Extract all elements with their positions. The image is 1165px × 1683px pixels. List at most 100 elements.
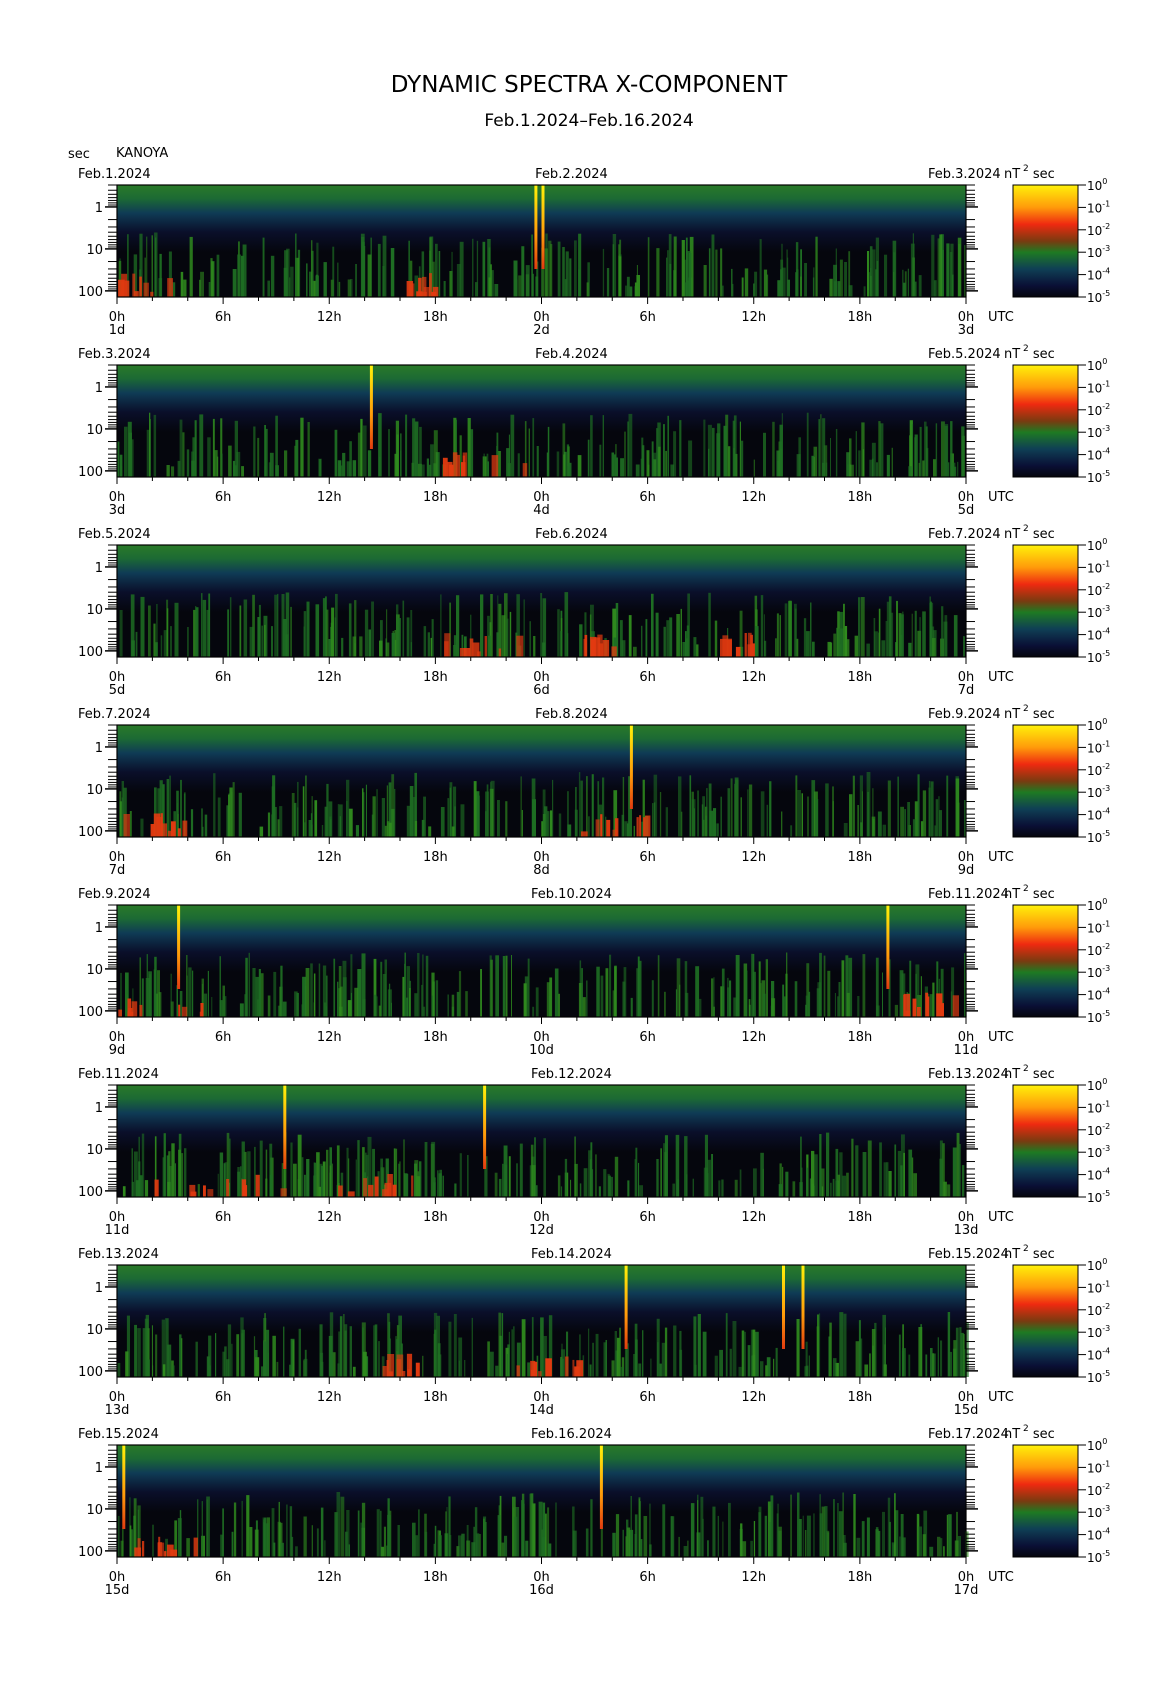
- noise-burst: [948, 462, 950, 477]
- day-label: 15d: [954, 1403, 979, 1418]
- x-tick-label: 12h: [741, 310, 766, 325]
- x-tick-label: 18h: [423, 310, 448, 325]
- noise-burst: [883, 1364, 887, 1377]
- noise-burst: [246, 1495, 250, 1557]
- day-label: 8d: [533, 863, 550, 878]
- noise-burst: [680, 608, 682, 657]
- noise-burst: [564, 1158, 568, 1197]
- noise-burst: [428, 826, 432, 837]
- noise-burst: [638, 1363, 642, 1377]
- noise-burst: [529, 621, 531, 657]
- y-tick-label: 1: [95, 1101, 103, 1116]
- noise-burst: [295, 1546, 298, 1557]
- x-tick-label: 6h: [639, 1030, 656, 1045]
- panel-mid-date: Feb.16.2024: [531, 1427, 612, 1442]
- colorbar-tick-label: 10-5: [1087, 829, 1110, 845]
- noise-burst: [580, 780, 583, 837]
- noise-burst: [414, 421, 419, 477]
- noise-burst: [279, 806, 283, 837]
- noise-burst: [677, 1179, 679, 1197]
- noise-burst: [952, 1147, 957, 1197]
- noise-burst: [338, 460, 342, 477]
- noise-burst: [396, 604, 399, 657]
- noise-burst: [303, 1358, 308, 1377]
- noise-burst: [839, 628, 844, 657]
- noise-burst: [338, 281, 341, 297]
- active-patch: [611, 646, 617, 657]
- noise-burst: [131, 1181, 135, 1197]
- noise-burst: [426, 458, 429, 477]
- noise-burst: [932, 638, 936, 657]
- x-tick-label: 12h: [317, 1210, 342, 1225]
- noise-burst: [867, 791, 870, 837]
- noise-burst: [453, 1314, 457, 1377]
- noise-burst: [740, 797, 742, 837]
- noise-burst: [346, 1510, 350, 1557]
- noise-burst: [557, 609, 560, 657]
- noise-burst: [703, 265, 707, 297]
- noise-burst: [159, 253, 162, 297]
- noise-burst: [794, 981, 798, 1017]
- noise-burst: [928, 780, 931, 837]
- day-label: 13d: [954, 1223, 979, 1238]
- noise-burst: [310, 963, 313, 1017]
- noise-burst: [503, 1145, 508, 1197]
- x-tick-label: 12h: [317, 310, 342, 325]
- noise-burst: [310, 813, 313, 837]
- noise-burst: [354, 600, 357, 657]
- colorbar-tick-label: 10-1: [1087, 739, 1110, 755]
- noise-burst: [815, 799, 819, 837]
- noise-burst: [201, 593, 203, 657]
- noise-burst: [660, 1148, 662, 1197]
- x-tick-label: 18h: [423, 1030, 448, 1045]
- noise-burst: [204, 814, 208, 837]
- active-patch: [572, 1359, 575, 1377]
- noise-burst: [760, 1361, 764, 1377]
- active-patch: [347, 1191, 355, 1197]
- noise-burst: [856, 1537, 861, 1557]
- noise-burst: [843, 1535, 846, 1557]
- noise-burst: [556, 451, 560, 477]
- spike: [624, 1265, 628, 1349]
- x-tick-label: 18h: [847, 490, 872, 505]
- noise-burst: [311, 240, 313, 297]
- noise-burst: [547, 811, 550, 837]
- active-patch: [139, 1004, 143, 1017]
- noise-burst: [431, 1141, 436, 1197]
- noise-burst: [505, 801, 508, 837]
- noise-burst: [283, 1326, 285, 1377]
- noise-burst: [398, 618, 401, 657]
- noise-burst: [852, 775, 855, 837]
- noise-burst: [155, 642, 158, 657]
- noise-burst: [853, 1494, 856, 1557]
- noise-burst: [778, 1184, 783, 1197]
- noise-burst: [360, 418, 363, 477]
- noise-burst: [716, 823, 719, 837]
- active-patch: [903, 993, 910, 1017]
- noise-burst: [731, 268, 733, 297]
- noise-burst: [404, 952, 406, 1017]
- active-patch: [606, 819, 611, 837]
- active-patch: [564, 1356, 569, 1377]
- noise-burst: [160, 635, 163, 657]
- noise-burst: [775, 1347, 778, 1377]
- noise-burst: [403, 1139, 405, 1197]
- noise-burst: [755, 626, 759, 657]
- noise-burst: [253, 1336, 256, 1377]
- noise-burst: [711, 978, 714, 1017]
- panel-left-date: Feb.1.2024: [78, 167, 151, 182]
- noise-burst: [438, 1535, 442, 1557]
- noise-burst: [381, 798, 385, 837]
- noise-burst: [683, 1546, 688, 1557]
- noise-burst: [878, 608, 881, 657]
- noise-burst: [908, 1354, 911, 1377]
- noise-burst: [471, 1317, 473, 1377]
- noise-burst: [176, 985, 178, 1017]
- panel-left-date: Feb.5.2024: [78, 527, 151, 542]
- noise-burst: [348, 603, 352, 657]
- active-patch: [182, 820, 188, 837]
- noise-burst: [766, 804, 769, 837]
- noise-burst: [590, 1499, 593, 1557]
- noise-burst: [494, 284, 499, 297]
- noise-burst: [727, 977, 729, 1017]
